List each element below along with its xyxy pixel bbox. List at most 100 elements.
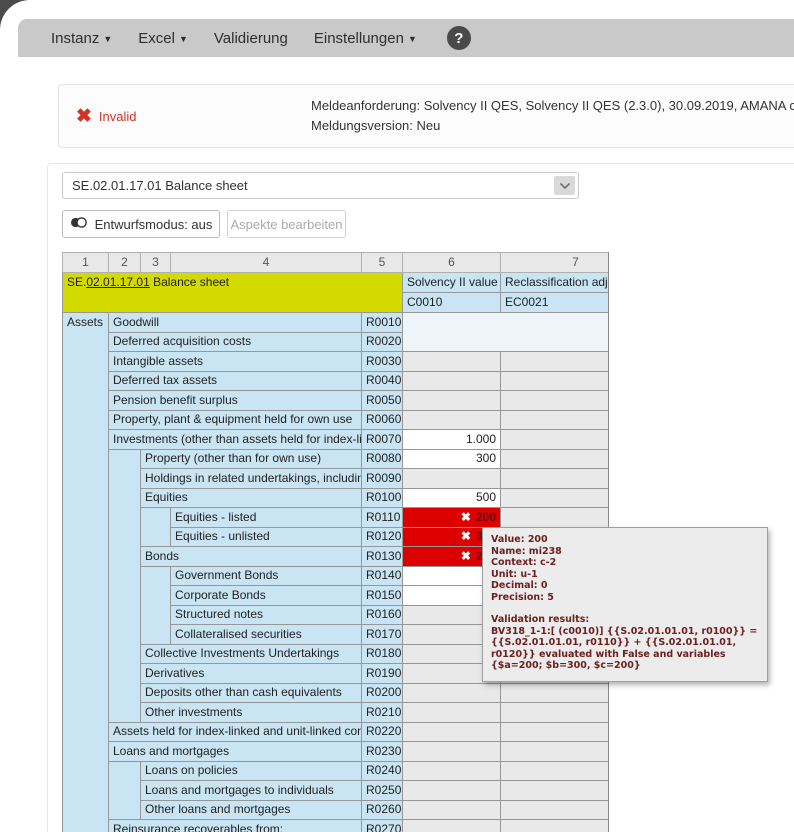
table-row: Loans on policiesR0240 xyxy=(63,761,610,781)
table-row: EquitiesR0100500 xyxy=(63,488,610,508)
validation-status: ✖ Invalid xyxy=(76,85,137,147)
data-cell-readonly xyxy=(501,722,610,742)
row-label-cell: Corporate Bonds xyxy=(171,586,362,606)
template-select[interactable]: SE.02.01.17.01 Balance sheet xyxy=(62,172,579,199)
row-label-cell: Other loans and mortgages xyxy=(141,800,362,820)
data-cell-empty xyxy=(403,313,610,352)
menu-einstellungen[interactable]: Einstellungen ▼ xyxy=(314,30,417,47)
data-cell-readonly xyxy=(403,703,501,723)
toggle-icon xyxy=(70,216,88,232)
error-x-icon: ✖ xyxy=(461,529,471,543)
data-cell-readonly xyxy=(501,761,610,781)
data-cell-readonly xyxy=(403,761,501,781)
meldungsversion-line: Meldungsversion: Neu xyxy=(311,116,794,136)
menu-instanz-label: Instanz xyxy=(51,30,99,47)
row-code-cell: R0150 xyxy=(362,586,403,606)
row-code-cell: R0190 xyxy=(362,664,403,684)
draft-mode-label: Entwurfsmodus: aus xyxy=(95,217,213,232)
title-suffix: Balance sheet xyxy=(150,275,229,289)
table-row: Deferred tax assetsR0040 xyxy=(63,371,610,391)
table-row: Pension benefit surplusR0050 xyxy=(63,391,610,411)
table-row: Loans and mortgagesR0230 xyxy=(63,742,610,762)
col-number: 2 xyxy=(109,253,141,273)
data-cell-readonly xyxy=(501,683,610,703)
row-code-cell: R0090 xyxy=(362,469,403,489)
table-row: Deposits other than cash equivalentsR020… xyxy=(63,683,610,703)
table-row: Other investmentsR0210 xyxy=(63,703,610,723)
data-cell-readonly xyxy=(501,488,610,508)
col7-header: Reclassification adjus xyxy=(501,273,610,293)
row-label-cell: Equities - unlisted xyxy=(171,527,362,547)
data-cell-readonly xyxy=(501,371,610,391)
app-window: Instanz ▼ Excel ▼ Validierung Einstellun… xyxy=(0,0,794,832)
edit-aspects-label: Aspekte bearbeiten xyxy=(230,217,342,232)
caret-down-icon: ▼ xyxy=(103,34,112,44)
data-cell-readonly xyxy=(403,742,501,762)
menubar: Instanz ▼ Excel ▼ Validierung Einstellun… xyxy=(18,19,794,57)
help-icon[interactable]: ? xyxy=(447,26,471,50)
row-label-cell: Other investments xyxy=(141,703,362,723)
data-cell-readonly xyxy=(501,508,610,528)
row-label-cell: Deferred tax assets xyxy=(109,371,362,391)
data-cell-readonly xyxy=(403,781,501,801)
col-number: 3 xyxy=(141,253,171,273)
error-cell[interactable]: ✖200 xyxy=(403,508,501,528)
row-code-cell: R0030 xyxy=(362,352,403,372)
tooltip-line: Decimal: 0 xyxy=(491,580,759,592)
row-code-cell: R0160 xyxy=(362,605,403,625)
template-select-value: SE.02.01.17.01 Balance sheet xyxy=(72,178,248,193)
data-cell-readonly xyxy=(403,352,501,372)
row-code-cell: R0020 xyxy=(362,332,403,352)
row-code-cell: R0200 xyxy=(362,683,403,703)
row-code-cell: R0070 xyxy=(362,430,403,450)
row-code-cell: R0010 xyxy=(362,313,403,333)
menu-instanz[interactable]: Instanz ▼ xyxy=(51,30,112,47)
data-cell-editable[interactable]: 500 xyxy=(403,488,501,508)
indent-strip-cell xyxy=(109,761,141,820)
data-cell-readonly xyxy=(403,410,501,430)
col6-code: C0010 xyxy=(403,293,501,313)
menu-excel-label: Excel xyxy=(138,30,175,47)
menu-validierung[interactable]: Validierung xyxy=(214,30,288,47)
col6-header: Solvency II value xyxy=(403,273,501,293)
row-code-cell: R0120 xyxy=(362,527,403,547)
row-code-cell: R0210 xyxy=(362,703,403,723)
indent-strip-cell xyxy=(109,449,141,722)
row-code-cell: R0040 xyxy=(362,371,403,391)
title-prefix: SE. xyxy=(67,275,86,289)
tooltip-line: Unit: u-1 xyxy=(491,569,759,581)
column-number-row: 1 2 3 4 5 6 7 xyxy=(63,253,610,273)
row-code-cell: R0050 xyxy=(362,391,403,411)
caret-down-icon: ▼ xyxy=(179,34,188,44)
table-row: Holdings in related undertakings, includ… xyxy=(63,469,610,489)
table-row: Intangible assetsR0030 xyxy=(63,352,610,372)
row-label-cell: Assets held for index-linked and unit-li… xyxy=(109,722,362,742)
data-cell-readonly xyxy=(403,469,501,489)
template-code-link[interactable]: 02.01.17.01 xyxy=(86,275,149,289)
row-label-cell: Deposits other than cash equivalents xyxy=(141,683,362,703)
table-row: Property, plant & equipment held for own… xyxy=(63,410,610,430)
row-label-cell: Equities xyxy=(141,488,362,508)
indent-strip-cell xyxy=(141,566,171,644)
row-group-cell: Assets xyxy=(63,313,109,832)
data-cell-editable[interactable]: 1.000 xyxy=(403,430,501,450)
row-label-cell: Investments (other than assets held for … xyxy=(109,430,362,450)
row-label-cell: Goodwill xyxy=(109,313,362,333)
table-row: Property (other than for own use)R008030… xyxy=(63,449,610,469)
data-cell-editable[interactable]: 300 xyxy=(403,449,501,469)
menu-excel[interactable]: Excel ▼ xyxy=(138,30,188,47)
table-row: Investments (other than assets held for … xyxy=(63,430,610,450)
error-x-icon: ✖ xyxy=(461,510,471,524)
draft-mode-button[interactable]: Entwurfsmodus: aus xyxy=(62,210,220,238)
row-code-cell: R0270 xyxy=(362,820,403,832)
caret-down-icon: ▼ xyxy=(408,34,417,44)
status-badge: Invalid xyxy=(99,109,137,124)
row-code-cell: R0110 xyxy=(362,508,403,528)
validation-tooltip: Value: 200 Name: mi238 Context: c-2 Unit… xyxy=(482,527,768,682)
row-label-cell: Pension benefit surplus xyxy=(109,391,362,411)
row-label-cell: Derivatives xyxy=(141,664,362,684)
error-x-icon: ✖ xyxy=(461,549,471,563)
row-label-cell: Property (other than for own use) xyxy=(141,449,362,469)
col-number: 1 xyxy=(63,253,109,273)
edit-aspects-button[interactable]: Aspekte bearbeiten xyxy=(227,210,346,238)
